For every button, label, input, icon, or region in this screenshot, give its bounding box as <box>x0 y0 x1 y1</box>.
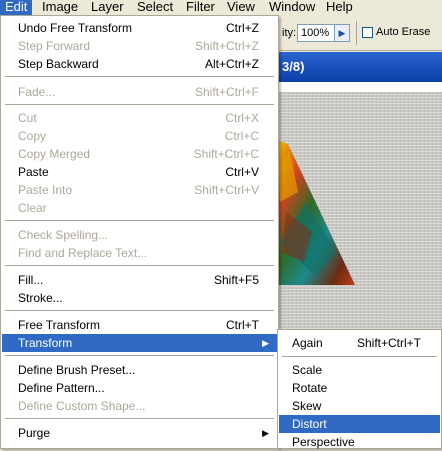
menu-separator <box>5 418 274 419</box>
painted-triangle-artwork <box>276 140 355 285</box>
menu-select[interactable]: Select <box>132 0 178 15</box>
menu-view[interactable]: View <box>222 0 260 15</box>
menu-separator <box>5 265 274 266</box>
document-title-bar[interactable]: 3/8) <box>270 52 442 82</box>
menu-item-stroke[interactable]: Stroke... <box>2 289 277 307</box>
menu-item-fill[interactable]: Fill... Shift+F5 <box>2 271 277 289</box>
menu-edit[interactable]: Edit <box>0 0 33 15</box>
menu-bar: Edit Image Layer Select Filter View Wind… <box>0 0 442 15</box>
menu-item-transform[interactable]: Transform ▶ <box>2 334 277 352</box>
auto-erase-label: Auto Erase <box>376 26 431 38</box>
submenu-arrow-icon: ▶ <box>262 338 269 348</box>
menu-item-check-spelling[interactable]: Check Spelling... <box>2 226 277 244</box>
menu-item-find-replace[interactable]: Find and Replace Text... <box>2 244 277 262</box>
menu-item-define-custom-shape[interactable]: Define Custom Shape... <box>2 397 277 415</box>
menu-separator <box>5 220 274 221</box>
menu-item-free-transform[interactable]: Free Transform Ctrl+T <box>2 316 277 334</box>
opacity-input[interactable]: 100% <box>297 24 335 42</box>
menu-separator <box>282 356 437 357</box>
menu-item-copy[interactable]: Copy Ctrl+C <box>2 127 277 145</box>
menu-layer[interactable]: Layer <box>86 0 129 15</box>
menu-separator <box>5 310 274 311</box>
submenu-item-distort[interactable]: Distort <box>279 415 440 433</box>
submenu-item-scale[interactable]: Scale <box>279 361 440 379</box>
menu-help[interactable]: Help <box>321 0 358 15</box>
menu-separator <box>5 355 274 356</box>
menu-separator <box>5 104 274 105</box>
toolbar-divider <box>356 21 357 45</box>
menu-item-undo[interactable]: Undo Free Transform Ctrl+Z <box>2 19 277 37</box>
menu-filter[interactable]: Filter <box>181 0 220 15</box>
transform-submenu: Again Shift+Ctrl+T Scale Rotate Skew Dist… <box>277 329 442 449</box>
opacity-slider-arrow-icon[interactable]: ▶ <box>334 24 350 42</box>
menu-separator <box>5 76 274 77</box>
menu-item-clear[interactable]: Clear <box>2 199 277 217</box>
menu-item-cut[interactable]: Cut Ctrl+X <box>2 109 277 127</box>
menu-image[interactable]: Image <box>37 0 83 15</box>
auto-erase-checkbox[interactable] <box>362 27 373 38</box>
opacity-label: ity: <box>282 27 297 39</box>
menu-item-copy-merged[interactable]: Copy Merged Shift+Ctrl+C <box>2 145 277 163</box>
submenu-arrow-icon: ▶ <box>262 428 269 438</box>
menu-item-step-forward[interactable]: Step Forward Shift+Ctrl+Z <box>2 37 277 55</box>
submenu-item-perspective[interactable]: Perspective <box>279 433 440 451</box>
submenu-item-rotate[interactable]: Rotate <box>279 379 440 397</box>
menu-item-paste[interactable]: Paste Ctrl+V <box>2 163 277 181</box>
menu-item-fade[interactable]: Fade... Shift+Ctrl+F <box>2 83 277 101</box>
submenu-item-skew[interactable]: Skew <box>279 397 440 415</box>
submenu-item-again[interactable]: Again Shift+Ctrl+T <box>279 334 440 352</box>
menu-item-purge[interactable]: Purge ▶ <box>2 424 277 442</box>
menu-window[interactable]: Window <box>264 0 320 15</box>
menu-item-define-brush[interactable]: Define Brush Preset... <box>2 361 277 379</box>
menu-item-define-pattern[interactable]: Define Pattern... <box>2 379 277 397</box>
menu-item-step-backward[interactable]: Step Backward Alt+Ctrl+Z <box>2 55 277 73</box>
menu-item-paste-into[interactable]: Paste Into Shift+Ctrl+V <box>2 181 277 199</box>
edit-menu: Undo Free Transform Ctrl+Z Step Forward Sh… <box>0 15 279 449</box>
